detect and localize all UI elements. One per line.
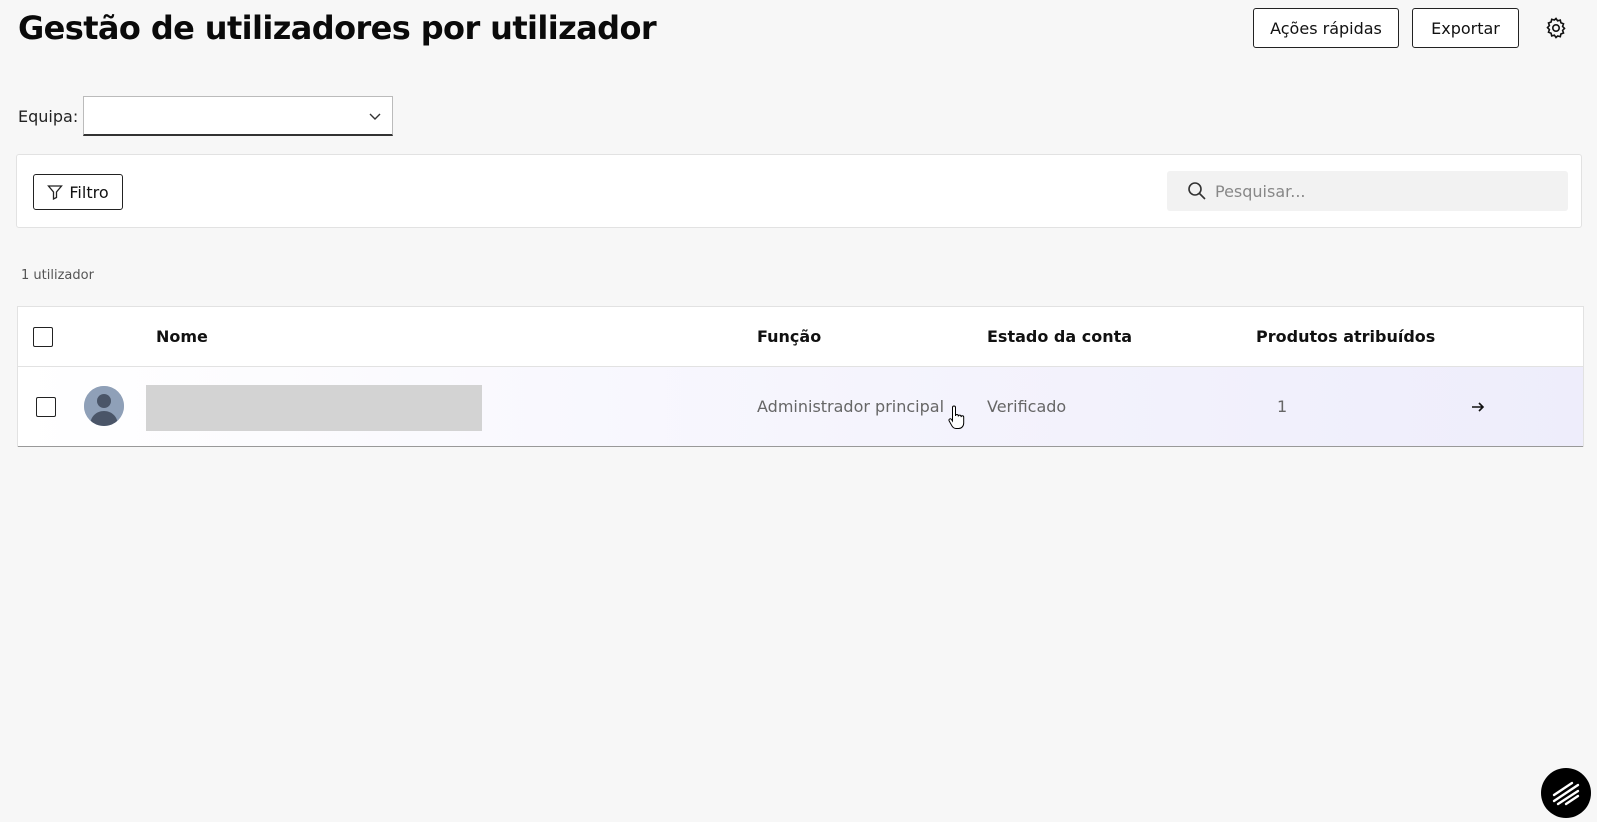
table-header: Nome Função Estado da conta Produtos atr…: [18, 307, 1583, 367]
team-label: Equipa:: [18, 106, 79, 126]
row-checkbox[interactable]: [36, 397, 56, 417]
team-filter: Equipa:: [18, 96, 394, 136]
users-table: Nome Função Estado da conta Produtos atr…: [17, 306, 1584, 447]
gear-icon[interactable]: [1544, 16, 1568, 40]
filter-label: Filtro: [69, 182, 109, 202]
column-header-products[interactable]: Produtos atribuídos: [1256, 327, 1435, 346]
chevron-down-icon: [369, 113, 381, 120]
select-all-checkbox[interactable]: [33, 327, 53, 347]
column-header-role[interactable]: Função: [757, 327, 821, 346]
column-header-name[interactable]: Nome: [156, 327, 208, 346]
team-select[interactable]: [83, 96, 394, 136]
assistant-launcher-button[interactable]: [1541, 768, 1591, 818]
user-role: Administrador principal: [757, 397, 945, 416]
filter-icon: [47, 185, 64, 200]
filter-button[interactable]: Filtro: [33, 174, 123, 210]
account-status: Verificado: [987, 397, 1067, 416]
hand-cursor-icon: [948, 405, 965, 429]
arrow-right-icon[interactable]: [1470, 399, 1486, 415]
avatar: [84, 386, 124, 426]
search-box[interactable]: [1167, 171, 1568, 211]
search-icon: [1188, 182, 1206, 200]
column-header-status[interactable]: Estado da conta: [987, 327, 1132, 346]
assigned-products-count: 1: [1277, 397, 1288, 416]
stripes-logo-icon: [1552, 781, 1580, 806]
user-count: 1 utilizador: [21, 268, 94, 283]
user-name-redacted[interactable]: [146, 385, 482, 431]
search-input[interactable]: [1215, 181, 1555, 201]
quick-actions-button[interactable]: Ações rápidas: [1253, 8, 1399, 48]
export-button[interactable]: Exportar: [1412, 8, 1519, 48]
table-toolbar: Filtro: [16, 154, 1582, 228]
table-row[interactable]: Administrador principal Verificado 1: [18, 367, 1583, 447]
